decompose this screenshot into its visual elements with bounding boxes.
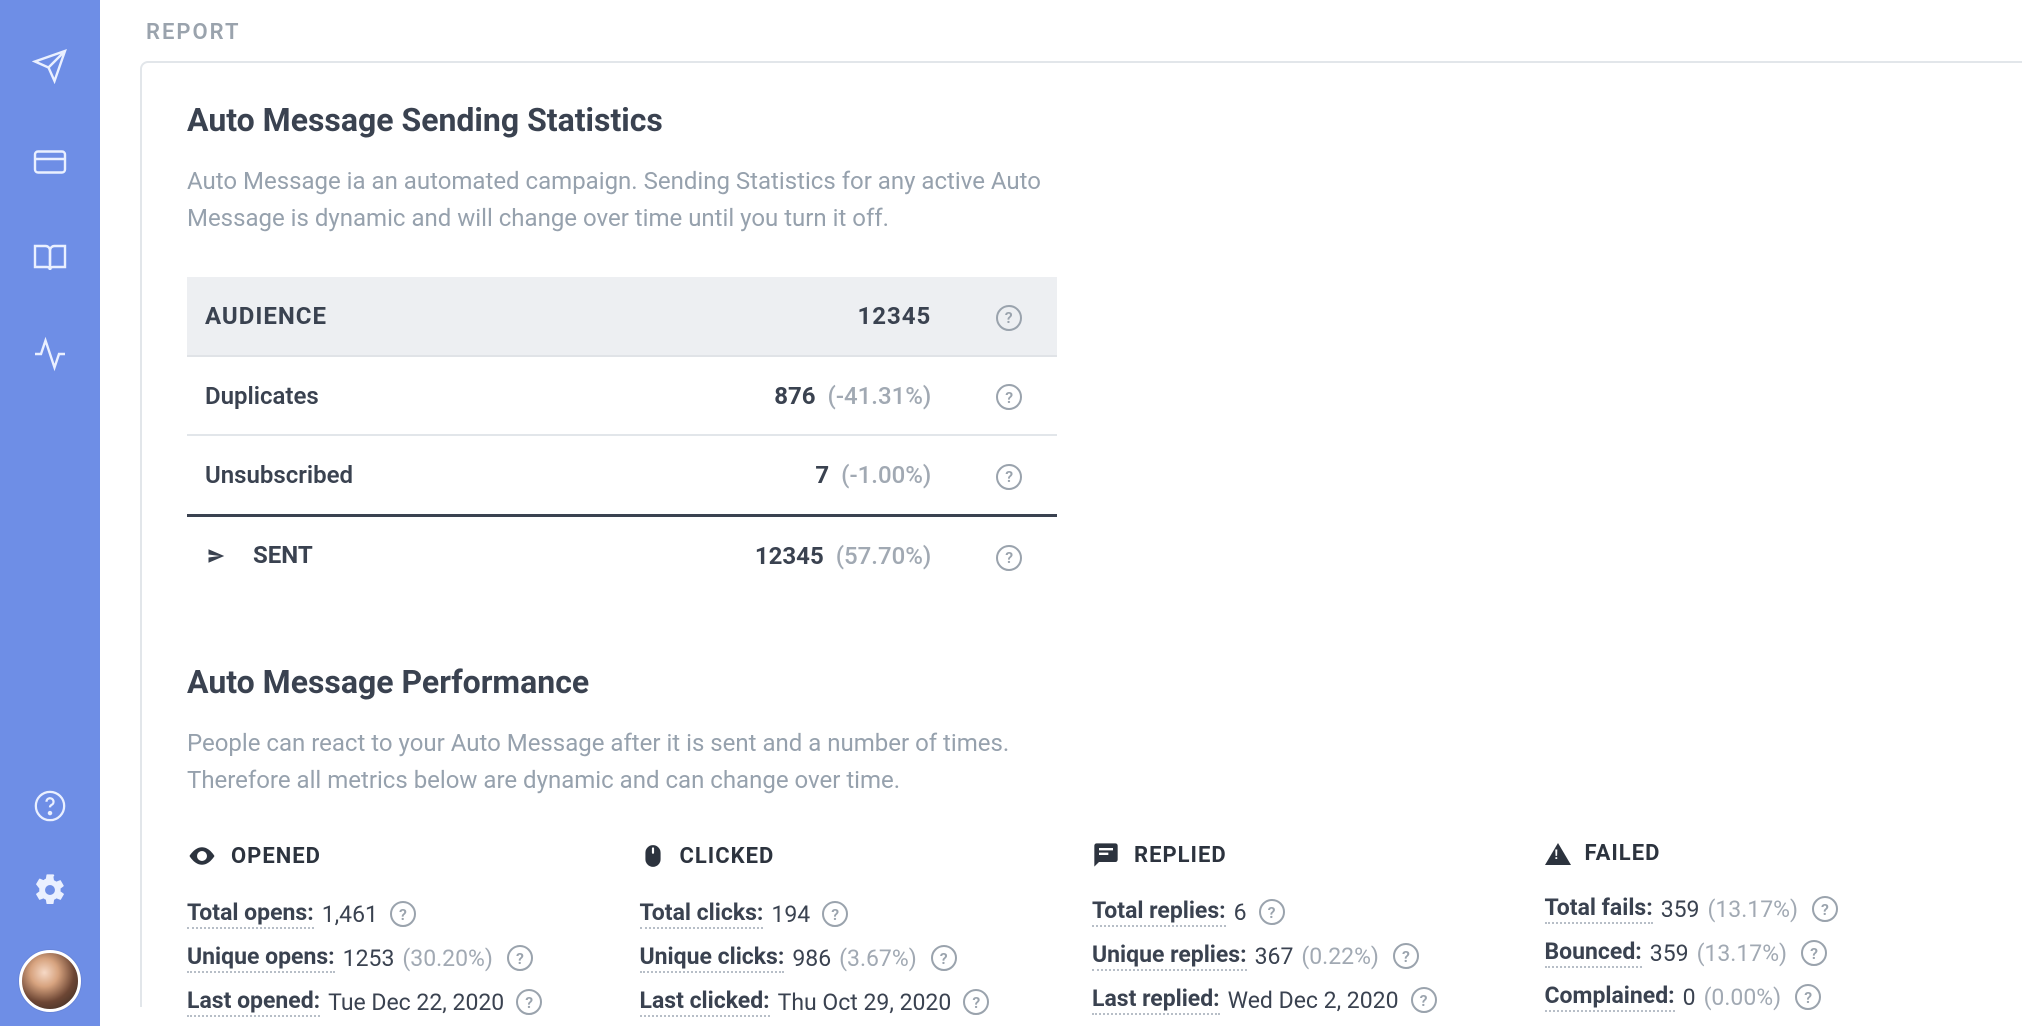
- help-icon[interactable]: ?: [507, 945, 533, 971]
- opened-unique-label: Unique opens:: [187, 943, 335, 973]
- opened-last-value: Tue Dec 22, 2020: [328, 989, 504, 1016]
- opened-unique-value: 1253: [343, 945, 395, 972]
- help-icon[interactable]: ?: [1393, 943, 1419, 969]
- opened-total-label: Total opens:: [187, 899, 314, 929]
- replied-last-label: Last replied:: [1092, 985, 1220, 1015]
- sidebar-nav: [0, 0, 100, 1026]
- help-icon[interactable]: [30, 786, 70, 826]
- help-icon[interactable]: ?: [996, 545, 1022, 571]
- clicked-total-label: Total clicks:: [640, 899, 764, 929]
- help-icon[interactable]: ?: [996, 464, 1022, 490]
- row-sent: SENT 12345 (57.70%) ?: [187, 515, 1057, 595]
- sending-stats-title: Auto Message Sending Statistics: [187, 101, 1977, 139]
- help-icon[interactable]: ?: [1411, 987, 1437, 1013]
- opened-unique-pct: (30.20%): [402, 945, 493, 972]
- book-icon[interactable]: [30, 238, 70, 278]
- replied-last-value: Wed Dec 2, 2020: [1228, 987, 1399, 1014]
- unsubscribed-label: Unsubscribed: [187, 435, 639, 515]
- failed-total-pct: (13.17%): [1707, 896, 1798, 923]
- clicked-unique-label: Unique clicks:: [640, 943, 785, 973]
- audience-value: 12345: [639, 277, 961, 356]
- sent-label: SENT: [253, 541, 313, 569]
- help-icon[interactable]: ?: [1259, 899, 1285, 925]
- clicked-unique-pct: (3.67%): [839, 945, 917, 972]
- replied-unique-label: Unique replies:: [1092, 941, 1247, 971]
- help-icon[interactable]: ?: [1795, 984, 1821, 1010]
- sending-stats-desc: Auto Message ia an automated campaign. S…: [187, 163, 1067, 237]
- mouse-icon: [640, 841, 666, 871]
- help-icon[interactable]: ?: [822, 901, 848, 927]
- help-icon[interactable]: ?: [1801, 940, 1827, 966]
- failed-total-value: 359: [1661, 896, 1700, 923]
- metric-replied: REPLIED Total replies: 6 ? Unique replie…: [1092, 841, 1525, 1026]
- avatar[interactable]: [19, 950, 81, 1012]
- sending-stats-table: AUDIENCE 12345 ? Duplicates 876 (-41.31%…: [187, 277, 1057, 595]
- failed-head: FAILED: [1585, 841, 1661, 866]
- card-icon[interactable]: [30, 142, 70, 182]
- metric-opened: OPENED Total opens: 1,461 ? Unique opens…: [187, 841, 620, 1026]
- row-audience: AUDIENCE 12345 ?: [187, 277, 1057, 356]
- chat-icon: [1092, 841, 1120, 869]
- page-label: REPORT: [140, 20, 2022, 45]
- warning-icon: [1545, 843, 1571, 865]
- opened-head: OPENED: [231, 844, 321, 869]
- clicked-last-value: Thu Oct 29, 2020: [778, 989, 952, 1016]
- performance-desc: People can react to your Auto Message af…: [187, 725, 1067, 799]
- clicked-last-label: Last clicked:: [640, 987, 770, 1017]
- row-unsubscribed: Unsubscribed 7 (-1.00%) ?: [187, 435, 1057, 515]
- opened-total-value: 1,461: [322, 901, 378, 928]
- report-card: Auto Message Sending Statistics Auto Mes…: [140, 61, 2022, 1007]
- activity-icon[interactable]: [30, 334, 70, 374]
- help-icon[interactable]: ?: [931, 945, 957, 971]
- clicked-total-value: 194: [771, 901, 810, 928]
- replied-unique-value: 367: [1255, 943, 1294, 970]
- send-icon[interactable]: [30, 46, 70, 86]
- sent-value: 12345: [755, 542, 824, 570]
- duplicates-pct: (-41.31%): [828, 382, 932, 410]
- settings-icon[interactable]: [30, 870, 70, 910]
- failed-bounced-value: 359: [1650, 940, 1689, 967]
- clicked-head: CLICKED: [680, 844, 775, 869]
- failed-complained-value: 0: [1683, 984, 1696, 1011]
- help-icon[interactable]: ?: [516, 989, 542, 1015]
- opened-last-label: Last opened:: [187, 987, 320, 1017]
- unsubscribed-value: 7: [815, 461, 829, 489]
- sent-arrow-icon: [205, 543, 229, 571]
- eye-icon: [187, 841, 217, 871]
- main-content: REPORT Auto Message Sending Statistics A…: [100, 0, 2022, 1026]
- performance-title: Auto Message Performance: [187, 663, 1977, 701]
- help-icon[interactable]: ?: [963, 989, 989, 1015]
- failed-bounced-pct: (13.17%): [1697, 940, 1788, 967]
- failed-complained-label: Complained:: [1545, 982, 1675, 1012]
- row-duplicates: Duplicates 876 (-41.31%) ?: [187, 356, 1057, 436]
- failed-total-label: Total fails:: [1545, 894, 1653, 924]
- failed-complained-pct: (0.00%): [1704, 984, 1782, 1011]
- help-icon[interactable]: ?: [1812, 896, 1838, 922]
- sent-pct: (57.70%): [836, 542, 932, 570]
- metric-failed: FAILED Total fails: 359 (13.17%) ? Bounc…: [1545, 841, 1978, 1026]
- help-icon[interactable]: ?: [996, 384, 1022, 410]
- unsubscribed-pct: (-1.00%): [841, 461, 931, 489]
- help-icon[interactable]: ?: [996, 305, 1022, 331]
- replied-total-label: Total replies:: [1092, 897, 1226, 927]
- replied-total-value: 6: [1234, 899, 1247, 926]
- metrics-row: OPENED Total opens: 1,461 ? Unique opens…: [187, 841, 1977, 1026]
- audience-label: AUDIENCE: [187, 277, 639, 356]
- replied-unique-pct: (0.22%): [1301, 943, 1379, 970]
- duplicates-value: 876: [774, 382, 815, 410]
- duplicates-label: Duplicates: [187, 356, 639, 436]
- replied-head: REPLIED: [1134, 843, 1227, 868]
- failed-bounced-label: Bounced:: [1545, 938, 1642, 968]
- metric-clicked: CLICKED Total clicks: 194 ? Unique click…: [640, 841, 1073, 1026]
- clicked-unique-value: 986: [792, 945, 831, 972]
- help-icon[interactable]: ?: [390, 901, 416, 927]
